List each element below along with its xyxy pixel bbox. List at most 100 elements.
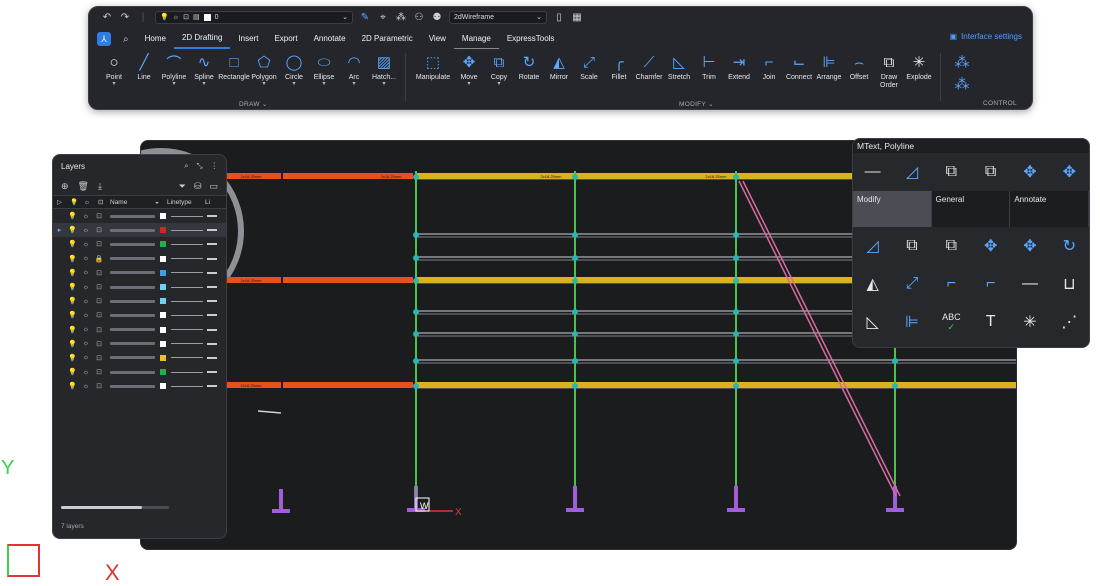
layer-color-swatch[interactable] bbox=[160, 241, 166, 248]
layer-row[interactable]: 💡 ☼ ⊡ bbox=[53, 308, 226, 322]
ellipse-button[interactable]: ⬭ Ellipse ▾ bbox=[309, 51, 339, 97]
layer-linetype[interactable] bbox=[171, 329, 203, 331]
collapse-icon[interactable]: ⤡ bbox=[197, 161, 203, 171]
spell-check-icon[interactable]: ABC ✓ bbox=[932, 303, 971, 341]
lightbulb-icon[interactable]: 💡 bbox=[66, 269, 79, 277]
tab-manage[interactable]: Manage bbox=[453, 30, 499, 49]
layer-lineweight[interactable] bbox=[207, 314, 217, 317]
sun-icon[interactable]: ☼ bbox=[79, 284, 93, 291]
layer-row[interactable]: 💡 ☼ ⊡ bbox=[53, 351, 226, 365]
layer-row[interactable]: 💡 ☼ ⊡ bbox=[53, 209, 226, 223]
layer-color-swatch[interactable] bbox=[160, 213, 166, 220]
extend-button[interactable]: ⇥ Extend bbox=[724, 51, 754, 97]
lightbulb-icon[interactable]: 💡 bbox=[66, 226, 79, 234]
move-icon[interactable]: ✥ bbox=[1010, 153, 1049, 191]
arrange-icon[interactable]: ⊫ bbox=[892, 303, 931, 341]
sun-icon[interactable]: ☼ bbox=[79, 213, 93, 220]
unlock-icon[interactable]: ⊡ bbox=[93, 226, 105, 234]
arc-button[interactable]: ◠ Arc ▾ bbox=[339, 51, 369, 97]
layer-color-swatch[interactable] bbox=[160, 269, 166, 276]
search-icon[interactable]: ⌕ bbox=[115, 34, 137, 45]
layer-color-swatch[interactable] bbox=[160, 255, 166, 262]
layer-color-swatch[interactable] bbox=[160, 340, 166, 347]
tab-annotate[interactable]: Annotate bbox=[306, 30, 354, 48]
point-button[interactable]: ○ Point ▾ bbox=[99, 51, 129, 97]
layout-icon[interactable]: ▦ bbox=[571, 12, 583, 23]
line-icon[interactable]: — bbox=[853, 153, 892, 191]
layer-row[interactable]: 💡 ☼ ⊡ bbox=[53, 337, 226, 351]
layer-row[interactable]: 💡 ☼ ⊡ bbox=[53, 280, 226, 294]
rotate-icon[interactable]: ↻ bbox=[1050, 227, 1089, 265]
scale-button[interactable]: ⤢ Scale bbox=[574, 51, 604, 97]
lightbulb-icon[interactable]: 💡 bbox=[66, 283, 79, 291]
layer-linetype[interactable] bbox=[171, 272, 203, 274]
layer-linetype[interactable] bbox=[171, 243, 203, 245]
connect-button[interactable]: ⌙ Connect bbox=[784, 51, 814, 97]
stretch-button[interactable]: ◺ Stretch bbox=[664, 51, 694, 97]
sun-icon[interactable]: ☼ bbox=[79, 326, 93, 333]
unlock-icon[interactable]: ⊡ bbox=[93, 212, 105, 220]
layer-lineweight[interactable] bbox=[207, 286, 217, 289]
redo-icon[interactable]: ↷ bbox=[119, 12, 131, 23]
layer-linetype[interactable] bbox=[171, 371, 203, 373]
layer-lineweight[interactable] bbox=[207, 229, 217, 232]
extend-icon[interactable]: ⌐ bbox=[971, 265, 1010, 303]
layer-isolate-icon[interactable]: ⁂ bbox=[395, 12, 407, 23]
sun-icon[interactable]: ☼ bbox=[79, 369, 93, 376]
sun-icon[interactable]: ☼ bbox=[79, 255, 93, 262]
layer-states-icon[interactable]: ⛁ bbox=[194, 181, 202, 192]
draw-order-button[interactable]: ⧉ Draw Order bbox=[874, 51, 904, 97]
polyline-edit-icon[interactable]: ◿ bbox=[853, 227, 892, 265]
rotate-button[interactable]: ↻ Rotate bbox=[514, 51, 544, 97]
layer-lineweight[interactable] bbox=[207, 342, 217, 345]
sun-icon[interactable]: ☼ bbox=[79, 241, 93, 248]
sun-icon[interactable]: ☼ bbox=[79, 227, 93, 234]
tab-export[interactable]: Export bbox=[266, 30, 305, 48]
lightbulb-icon[interactable]: 💡 bbox=[66, 297, 79, 305]
lightbulb-icon[interactable]: 💡 bbox=[66, 311, 79, 319]
layer-lineweight[interactable] bbox=[207, 243, 217, 246]
stretch-sheet-icon[interactable]: ◺ bbox=[853, 303, 892, 341]
quad-tab-annotate[interactable]: Annotate bbox=[1010, 191, 1089, 227]
layer-linetype[interactable] bbox=[171, 357, 203, 359]
sun-icon[interactable]: ☼ bbox=[79, 354, 93, 361]
layer-color-swatch[interactable] bbox=[160, 312, 166, 319]
mirror-icon[interactable]: ◭ bbox=[853, 265, 892, 303]
layer-color-swatch[interactable] bbox=[160, 354, 166, 361]
layer-linetype[interactable] bbox=[171, 385, 203, 387]
stretch-icon[interactable]: ⊔ bbox=[1050, 265, 1089, 303]
unlock-icon[interactable]: ⊡ bbox=[93, 354, 105, 362]
undo-icon[interactable]: ↶ bbox=[101, 12, 113, 23]
column-linetype[interactable]: Linetype bbox=[163, 199, 201, 206]
copy-flash-icon[interactable]: ⧉ bbox=[932, 227, 971, 265]
trim-icon[interactable]: ⌐ bbox=[932, 265, 971, 303]
layer-settings-icon[interactable]: ▭ bbox=[209, 181, 218, 192]
explode-icon[interactable]: ✳ bbox=[1010, 303, 1049, 341]
interface-settings-button[interactable]: ▣ Interface settings bbox=[950, 32, 1022, 41]
polygon-button[interactable]: ⬠ Polygon ▾ bbox=[249, 51, 279, 97]
sun-icon[interactable]: ☼ bbox=[79, 383, 93, 390]
lightbulb-icon[interactable]: 💡 bbox=[66, 240, 79, 248]
explode-button[interactable]: ✳ Explode bbox=[904, 51, 934, 97]
layer-linetype[interactable] bbox=[171, 314, 203, 316]
line-button[interactable]: ╱ Line bbox=[129, 51, 159, 97]
lightbulb-icon[interactable]: 💡 bbox=[66, 340, 79, 348]
unlock-icon[interactable]: ⊡ bbox=[93, 340, 105, 348]
copy-icon[interactable]: ⧉ bbox=[892, 227, 931, 265]
more-icon[interactable]: ⋮ bbox=[211, 161, 219, 171]
layer-off-icon[interactable]: ⚉ bbox=[431, 12, 443, 23]
unlock-icon[interactable]: ⊡ bbox=[93, 382, 105, 390]
layer-linetype[interactable] bbox=[171, 300, 203, 302]
move-flash-icon[interactable]: ✥ bbox=[1050, 153, 1089, 191]
layer-linetype[interactable] bbox=[171, 343, 203, 345]
unlock-icon[interactable]: ⊡ bbox=[93, 297, 105, 305]
chamfer-button[interactable]: ⟋ Chamfer bbox=[634, 51, 664, 97]
layer-lineweight[interactable] bbox=[207, 257, 217, 260]
layer-lineweight[interactable] bbox=[207, 385, 217, 388]
delete-layer-icon[interactable]: 🗑 bbox=[78, 181, 89, 192]
layer-dropdown[interactable]: 💡 ☼ ⊡ ▤ 0 ⌄ bbox=[155, 10, 353, 24]
layer-linetype[interactable] bbox=[171, 286, 203, 288]
copy-flash-icon[interactable]: ⧉ bbox=[971, 153, 1010, 191]
layer-color-swatch[interactable] bbox=[160, 227, 166, 234]
expand-icon[interactable]: ▷ bbox=[53, 198, 66, 206]
